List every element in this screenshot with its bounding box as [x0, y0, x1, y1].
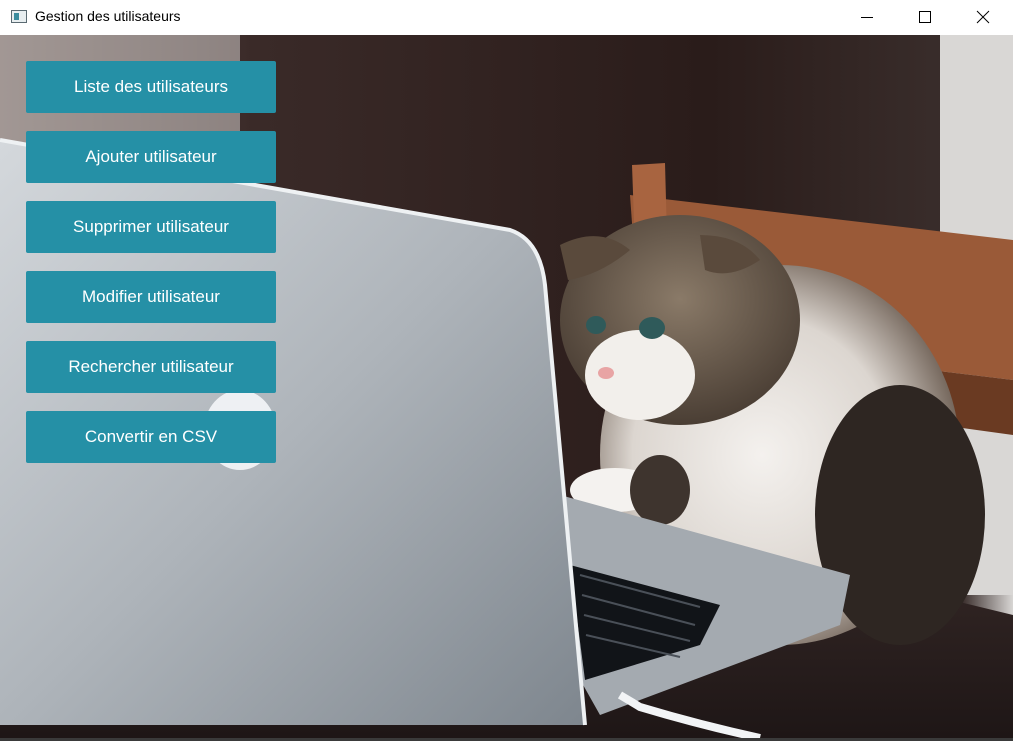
export-csv-button[interactable]: Convertir en CSV: [26, 411, 276, 463]
maximize-button[interactable]: [896, 0, 954, 35]
maximize-icon: [919, 11, 931, 23]
minimize-icon: [861, 17, 873, 18]
close-icon: [976, 10, 990, 24]
minimize-button[interactable]: [838, 0, 896, 35]
list-users-button[interactable]: Liste des utilisateurs: [26, 61, 276, 113]
window-titlebar[interactable]: Gestion des utilisateurs: [0, 0, 1013, 35]
add-user-button[interactable]: Ajouter utilisateur: [26, 131, 276, 183]
edit-user-button[interactable]: Modifier utilisateur: [26, 271, 276, 323]
close-button[interactable]: [954, 0, 1012, 35]
window-title: Gestion des utilisateurs: [35, 8, 181, 24]
delete-user-button[interactable]: Supprimer utilisateur: [26, 201, 276, 253]
search-user-button[interactable]: Rechercher utilisateur: [26, 341, 276, 393]
app-icon: [11, 10, 27, 23]
